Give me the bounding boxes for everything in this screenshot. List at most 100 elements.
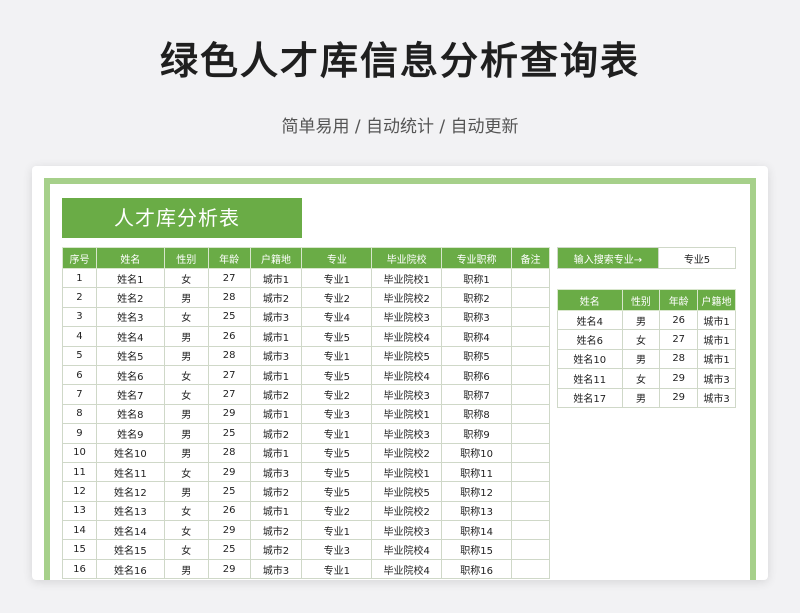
table-cell[interactable]: 毕业院校5: [371, 345, 443, 366]
table-cell[interactable]: 姓名6: [95, 364, 165, 386]
table-cell[interactable]: [511, 364, 550, 386]
table-cell[interactable]: 职称15: [441, 539, 512, 560]
table-cell[interactable]: 姓名15: [95, 539, 165, 560]
table-cell[interactable]: 26: [207, 500, 251, 522]
table-cell[interactable]: 毕业院校3: [371, 423, 443, 444]
table-cell[interactable]: [511, 423, 550, 444]
result-cell[interactable]: 姓名10: [557, 348, 623, 370]
table-cell[interactable]: 城市2: [249, 384, 303, 405]
result-cell[interactable]: 姓名4: [557, 309, 623, 331]
table-cell[interactable]: 职称10: [441, 442, 512, 463]
table-cell[interactable]: 姓名14: [95, 520, 165, 541]
table-cell[interactable]: 专业1: [301, 520, 373, 541]
result-cell[interactable]: 姓名11: [557, 368, 623, 389]
table-cell[interactable]: 专业5: [301, 326, 373, 347]
table-cell[interactable]: 6: [62, 364, 97, 386]
table-cell[interactable]: 1: [62, 267, 97, 289]
table-cell[interactable]: 16: [62, 558, 97, 580]
table-cell[interactable]: 姓名2: [95, 287, 165, 308]
table-cell[interactable]: 职称14: [441, 520, 512, 541]
table-cell[interactable]: 25: [207, 539, 251, 560]
table-cell[interactable]: 姓名5: [95, 345, 165, 366]
table-cell[interactable]: 职称7: [441, 384, 512, 405]
table-cell[interactable]: 城市3: [249, 306, 303, 328]
table-cell[interactable]: 26: [207, 326, 251, 347]
table-cell[interactable]: 专业4: [301, 306, 373, 328]
table-cell[interactable]: [511, 461, 550, 483]
table-cell[interactable]: 毕业院校3: [371, 384, 443, 405]
result-cell[interactable]: 姓名6: [557, 329, 623, 350]
table-cell[interactable]: 城市1: [249, 267, 303, 289]
table-cell[interactable]: 毕业院校1: [371, 403, 443, 425]
table-cell[interactable]: [511, 267, 550, 289]
table-cell[interactable]: 职称13: [441, 500, 512, 522]
table-cell[interactable]: 姓名11: [95, 461, 165, 483]
table-cell[interactable]: 女: [163, 306, 209, 328]
table-cell[interactable]: 13: [62, 500, 97, 522]
table-cell[interactable]: 27: [207, 364, 251, 386]
table-cell[interactable]: 毕业院校5: [371, 481, 443, 502]
table-cell[interactable]: 男: [163, 287, 209, 308]
table-cell[interactable]: 14: [62, 520, 97, 541]
table-cell[interactable]: [511, 500, 550, 522]
table-cell[interactable]: 男: [163, 345, 209, 366]
table-cell[interactable]: 毕业院校4: [371, 364, 443, 386]
table-cell[interactable]: 4: [62, 326, 97, 347]
table-cell[interactable]: 毕业院校4: [371, 539, 443, 560]
table-cell[interactable]: 职称3: [441, 306, 512, 328]
table-cell[interactable]: 专业1: [301, 345, 373, 366]
table-cell[interactable]: 5: [62, 345, 97, 366]
table-cell[interactable]: [511, 403, 550, 425]
table-cell[interactable]: 专业5: [301, 461, 373, 483]
table-cell[interactable]: 专业5: [301, 481, 373, 502]
table-cell[interactable]: 毕业院校1: [371, 267, 443, 289]
result-cell[interactable]: 29: [659, 368, 699, 389]
table-cell[interactable]: [511, 442, 550, 463]
table-cell[interactable]: 姓名9: [95, 423, 165, 444]
table-cell[interactable]: 姓名3: [95, 306, 165, 328]
table-cell[interactable]: 城市3: [249, 461, 303, 483]
result-cell[interactable]: 城市1: [697, 309, 736, 331]
result-cell[interactable]: 28: [659, 348, 699, 370]
table-cell[interactable]: 城市3: [249, 558, 303, 580]
table-cell[interactable]: 城市1: [249, 326, 303, 347]
table-cell[interactable]: 毕业院校2: [371, 500, 443, 522]
table-cell[interactable]: 职称12: [441, 481, 512, 502]
table-cell[interactable]: [511, 287, 550, 308]
table-cell[interactable]: 29: [207, 558, 251, 580]
table-cell[interactable]: 男: [163, 558, 209, 580]
table-cell[interactable]: 专业3: [301, 403, 373, 425]
table-cell[interactable]: 姓名16: [95, 558, 165, 580]
result-cell[interactable]: 男: [621, 387, 661, 408]
table-cell[interactable]: 毕业院校4: [371, 326, 443, 347]
result-cell[interactable]: 26: [659, 309, 699, 331]
table-cell[interactable]: 9: [62, 423, 97, 444]
table-cell[interactable]: [511, 520, 550, 541]
table-cell[interactable]: 姓名1: [95, 267, 165, 289]
table-cell[interactable]: 女: [163, 384, 209, 405]
table-cell[interactable]: 城市2: [249, 287, 303, 308]
table-cell[interactable]: 毕业院校3: [371, 520, 443, 541]
table-cell[interactable]: 姓名7: [95, 384, 165, 405]
table-cell[interactable]: 职称2: [441, 287, 512, 308]
table-cell[interactable]: [511, 481, 550, 502]
table-cell[interactable]: 27: [207, 384, 251, 405]
table-cell[interactable]: 专业5: [301, 364, 373, 386]
result-cell[interactable]: 城市1: [697, 348, 736, 370]
table-cell[interactable]: 女: [163, 461, 209, 483]
table-cell[interactable]: 城市1: [249, 442, 303, 463]
table-cell[interactable]: 城市3: [249, 345, 303, 366]
table-cell[interactable]: 女: [163, 520, 209, 541]
table-cell[interactable]: [511, 326, 550, 347]
table-cell[interactable]: 15: [62, 539, 97, 560]
table-cell[interactable]: 7: [62, 384, 97, 405]
result-cell[interactable]: 城市1: [697, 329, 736, 350]
table-cell[interactable]: 专业2: [301, 384, 373, 405]
table-cell[interactable]: 专业1: [301, 267, 373, 289]
table-cell[interactable]: 27: [207, 267, 251, 289]
table-cell[interactable]: 8: [62, 403, 97, 425]
result-cell[interactable]: 男: [621, 309, 661, 331]
table-cell[interactable]: 职称16: [441, 558, 512, 580]
table-cell[interactable]: [511, 384, 550, 405]
table-cell[interactable]: 男: [163, 481, 209, 502]
